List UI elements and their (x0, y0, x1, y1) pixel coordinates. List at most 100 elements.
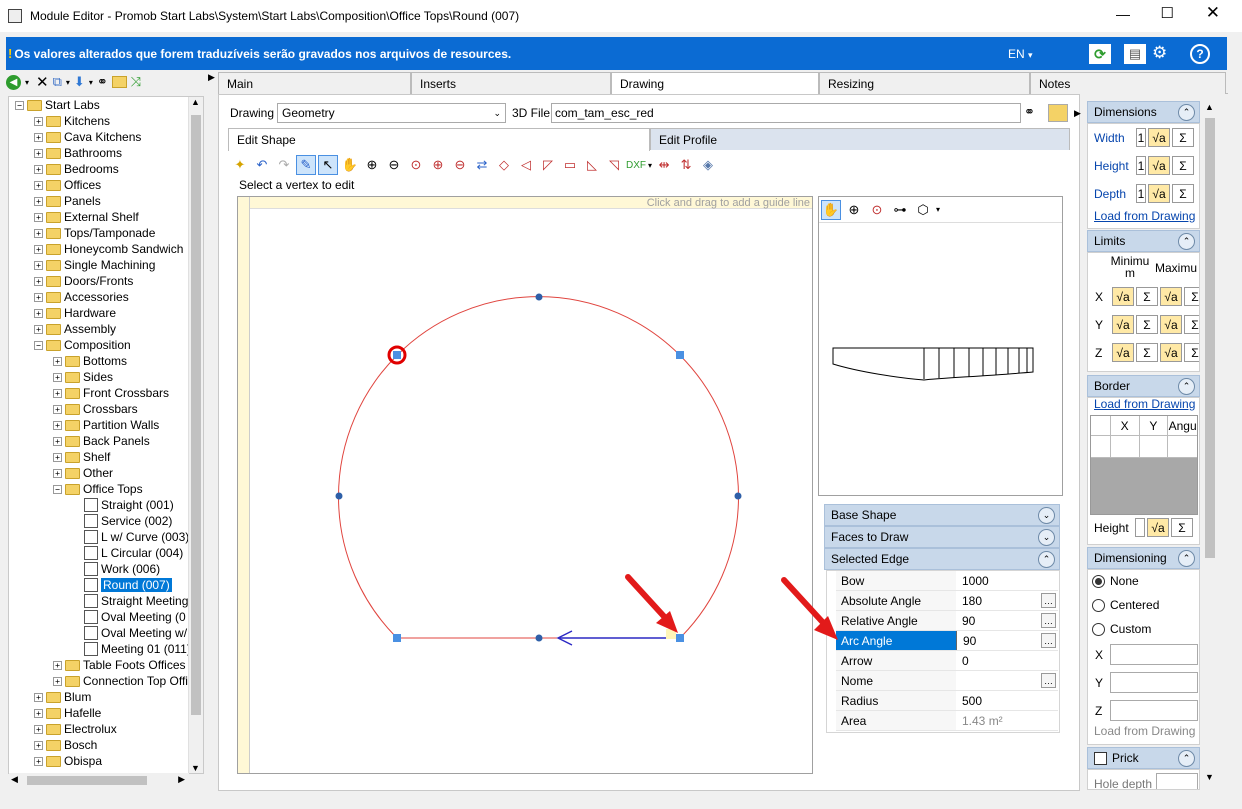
undo-icon[interactable]: ↶ (252, 155, 272, 175)
drawing-select[interactable]: Geometry ⌄ (277, 103, 506, 123)
chevron-up-icon[interactable]: ⌃ (1178, 378, 1195, 395)
pointer-icon[interactable]: ↖ (318, 155, 338, 175)
tree-item[interactable]: + Accessories (34, 289, 129, 305)
scroll-down-icon[interactable]: ▼ (1205, 772, 1214, 782)
midpoint-handle[interactable] (335, 492, 343, 500)
tree-vscrollbar[interactable]: ▲ ▼ (188, 97, 203, 773)
width-field[interactable]: 1 √a Σ (1136, 128, 1194, 147)
sum-icon[interactable]: Σ (1184, 287, 1199, 306)
property-row[interactable]: Bow 1000 (836, 571, 1058, 591)
tree-item[interactable]: + Table Foots Offices (53, 657, 186, 673)
sum-icon[interactable]: Σ (1184, 315, 1199, 334)
tree-item[interactable]: + External Shelf (34, 209, 139, 225)
shape-svg[interactable] (238, 197, 813, 774)
ellipsis-button[interactable]: … (1041, 633, 1056, 648)
prick-header[interactable]: Prick ⌃ (1087, 747, 1200, 769)
sum-icon[interactable]: Σ (1172, 184, 1194, 203)
tree-item[interactable]: + Partition Walls (53, 417, 159, 433)
add-vertex-icon[interactable]: ⊕ (428, 155, 448, 175)
sum-icon[interactable]: Σ (1136, 343, 1158, 362)
property-row[interactable]: Nome… (836, 671, 1058, 691)
tree-hscrollbar[interactable]: ◀ ▶ (9, 773, 189, 789)
selected-edge-header[interactable]: Selected Edge ⌃ (824, 548, 1060, 570)
remove-vertex-icon[interactable]: ⊖ (450, 155, 470, 175)
depth-field[interactable]: 1 √a Σ (1136, 184, 1194, 203)
tree-item[interactable]: + Shelf (53, 449, 110, 465)
refresh-icon[interactable]: ⟳ (1089, 44, 1111, 64)
back-icon[interactable]: ◀ (6, 74, 21, 90)
sum-icon[interactable]: Σ (1171, 518, 1193, 537)
sum-icon[interactable]: Σ (1184, 343, 1199, 362)
shape-tool-5-icon[interactable]: ◺ (582, 155, 602, 175)
border-height-value[interactable] (1135, 518, 1145, 537)
mirror-icon[interactable]: ⇹ (654, 155, 674, 175)
depth-value[interactable]: 1 (1136, 184, 1146, 203)
property-value[interactable]: 500 (956, 691, 1058, 710)
tree-item[interactable]: + Sides (53, 369, 113, 385)
property-row[interactable]: Relative Angle 90… (836, 611, 1058, 631)
width-link[interactable]: Width (1094, 131, 1125, 145)
hscroll-thumb[interactable] (27, 776, 147, 785)
expand-icon[interactable]: + (34, 228, 43, 238)
scroll-thumb[interactable] (191, 115, 201, 715)
tree-item[interactable]: − Office Tops (53, 481, 143, 497)
tree-item[interactable]: Oval Meeting w/ (72, 625, 187, 641)
expand-icon[interactable]: + (53, 452, 62, 462)
layers-icon[interactable]: ◈ (698, 155, 718, 175)
vertex-handle[interactable] (393, 634, 401, 642)
scroll-left-icon[interactable]: ◀ (11, 774, 18, 785)
gear-icon[interactable]: ⚙ (1152, 43, 1167, 63)
formula-icon[interactable]: √a (1148, 156, 1170, 175)
expand-icon[interactable]: + (53, 388, 62, 398)
tree-item[interactable]: Service (002) (72, 513, 172, 529)
zoom-fit-icon[interactable]: ⊙ (867, 200, 887, 220)
tree-item[interactable]: + Bottoms (53, 353, 127, 369)
sum-icon[interactable]: Σ (1136, 287, 1158, 306)
right-scrollbar[interactable]: ▲ ▼ (1202, 100, 1218, 784)
ellipsis-button[interactable]: … (1041, 673, 1056, 688)
expand-icon[interactable]: + (34, 196, 43, 206)
tree-item[interactable]: + Tops/Tamponade (34, 225, 155, 241)
pan-icon[interactable]: ✋ (821, 199, 841, 220)
pan-icon[interactable]: ✋ (340, 155, 360, 175)
property-value[interactable]: 90 (956, 631, 1041, 650)
property-value[interactable] (956, 671, 1041, 690)
expand-icon[interactable]: + (34, 116, 43, 126)
shape-tool-6-icon[interactable]: ◹ (604, 155, 624, 175)
dim-z-input[interactable] (1110, 700, 1198, 721)
copy-icon[interactable]: ⧉ (53, 74, 62, 90)
dim-y-input[interactable] (1110, 672, 1198, 693)
expand-icon[interactable]: + (34, 292, 43, 302)
language-selector[interactable]: EN ▾ (1008, 47, 1033, 61)
tree-item[interactable]: Straight (001) (72, 497, 174, 513)
expand-icon[interactable]: + (53, 372, 62, 382)
dropdown-icon[interactable]: ▾ (25, 78, 29, 87)
collapse-icon[interactable]: − (34, 340, 43, 350)
dim-x-input[interactable] (1110, 644, 1198, 665)
dropdown-icon[interactable]: ▾ (66, 78, 70, 87)
ellipsis-button[interactable]: … (1041, 593, 1056, 608)
height-value[interactable]: 1 (1136, 156, 1146, 175)
tree-item[interactable]: Round (007) (72, 577, 172, 593)
expand-icon[interactable]: + (34, 740, 43, 750)
move-down-icon[interactable]: ⬇ (74, 74, 85, 90)
vertex-handle[interactable] (676, 351, 684, 359)
radio-custom-dot[interactable] (1092, 622, 1105, 636)
zoom-in-icon[interactable]: ⊕ (362, 155, 382, 175)
chevron-up-icon[interactable]: ⌃ (1178, 550, 1195, 567)
expand-icon[interactable]: + (53, 404, 62, 414)
shape-tool-4-icon[interactable]: ▭ (560, 155, 580, 175)
depth-link[interactable]: Depth (1094, 187, 1126, 201)
expand-icon[interactable]: + (34, 756, 43, 766)
module-tree[interactable]: − Start Labs + Kitchens + Cava Kitchens + Bathr… (8, 96, 204, 774)
dropdown-icon[interactable]: ▾ (936, 205, 940, 214)
expand-icon[interactable]: + (34, 276, 43, 286)
collapse-right-icon[interactable]: ▶ (1074, 108, 1081, 119)
cube-icon[interactable]: ⬡ (913, 200, 933, 220)
property-value[interactable]: 0 (956, 651, 1058, 670)
tree-item[interactable]: L Circular (004) (72, 545, 183, 561)
tab-edit-profile[interactable]: Edit Profile (650, 128, 1070, 150)
expand-icon[interactable]: + (53, 436, 62, 446)
find-icon[interactable]: ⚭ (97, 74, 108, 90)
vertex-handle[interactable] (676, 634, 684, 642)
